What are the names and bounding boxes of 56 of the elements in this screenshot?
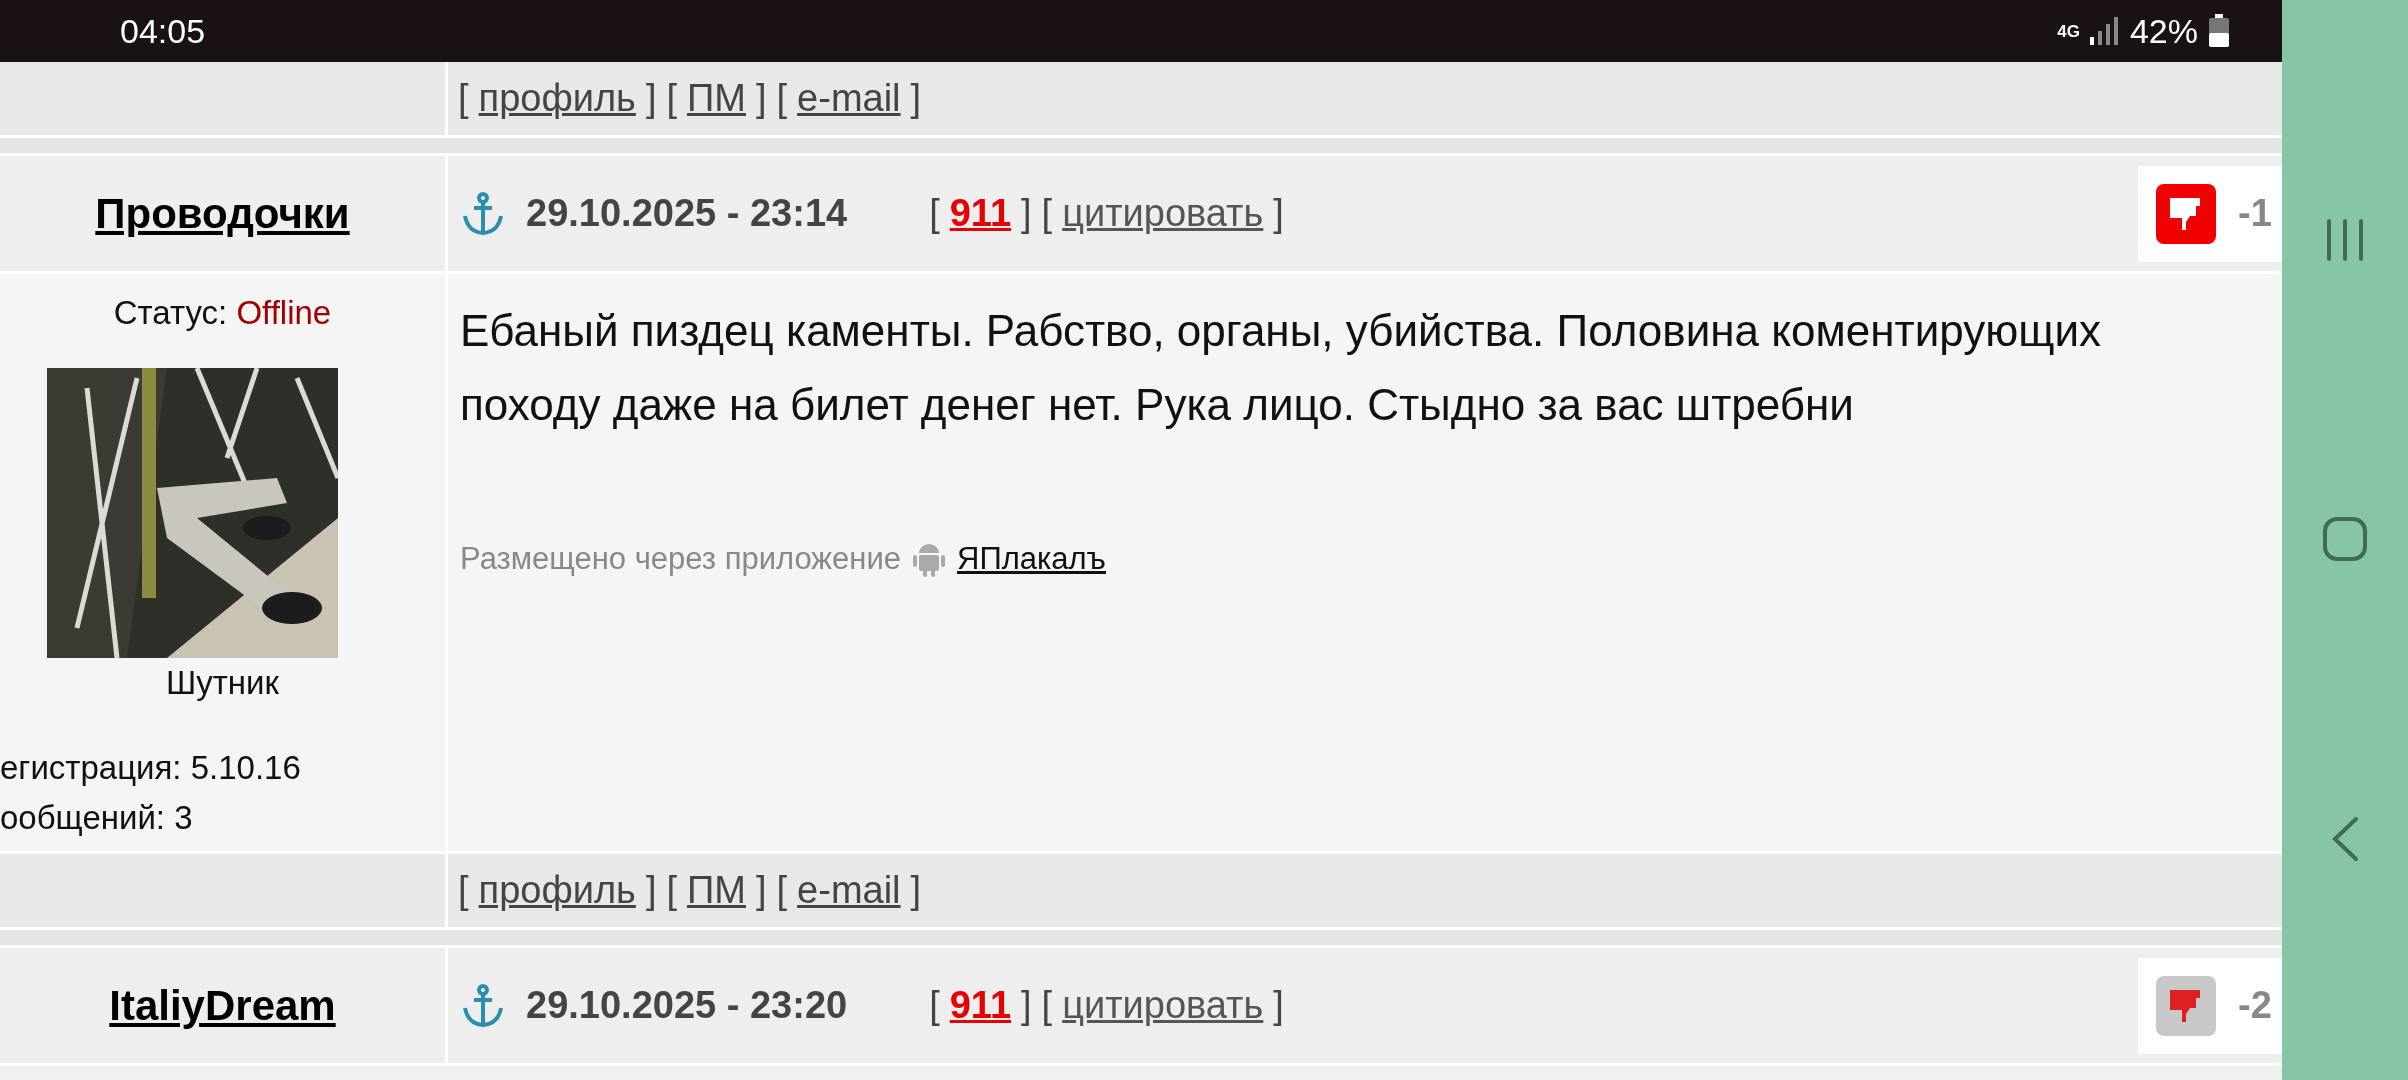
bracket: [ — [776, 868, 788, 913]
profile-link[interactable]: профиль — [478, 862, 636, 919]
profile-link[interactable]: ПМ — [687, 862, 746, 919]
bracket: ] — [645, 76, 657, 121]
recent-apps-icon[interactable] — [2325, 218, 2365, 262]
bracket: [ — [666, 868, 677, 913]
profile-link[interactable]: ПМ — [687, 70, 746, 127]
app-link[interactable]: ЯПлакалъ — [957, 536, 1106, 583]
author-link[interactable]: Проводочки — [95, 182, 350, 245]
bracket: ] — [1021, 983, 1032, 1028]
rating-score: -2 — [2238, 983, 2272, 1028]
user-status: Статус: Offline — [112, 293, 333, 333]
signal-icon — [2089, 17, 2120, 45]
android-icon — [913, 541, 946, 578]
quote-link[interactable]: цитировать — [1062, 977, 1264, 1034]
battery-icon — [2208, 14, 2230, 48]
bracket: ] — [910, 868, 922, 913]
bracket: ] — [1273, 983, 1284, 1028]
post-date: 29.10.2025 - 23:20 — [526, 983, 848, 1028]
bracket: [ — [1041, 983, 1053, 1028]
home-icon[interactable] — [2322, 516, 2368, 562]
back-icon[interactable] — [2331, 816, 2359, 862]
profile-link[interactable]: профиль — [478, 70, 636, 127]
bracket: [ — [666, 76, 677, 121]
bracket: ] — [755, 868, 767, 913]
report-link[interactable]: 911 — [949, 185, 1012, 242]
quote-link[interactable]: цитировать — [1062, 185, 1264, 242]
message-count: ообщений: 3 — [0, 797, 194, 838]
bracket: ] — [755, 76, 767, 121]
registration-date: егистрация: 5.10.16 — [0, 748, 302, 788]
report-link[interactable]: 911 — [949, 977, 1012, 1034]
bracket: ] — [1021, 191, 1032, 236]
thumbs-down-icon[interactable] — [2156, 183, 2216, 244]
bracket: [ — [929, 191, 940, 236]
profile-link[interactable]: e-mail — [797, 70, 901, 127]
bracket: [ — [1041, 191, 1053, 236]
posted-via-text: Размещено через приложение — [460, 540, 902, 578]
clock: 04:05 — [120, 10, 206, 52]
bracket: [ — [776, 76, 788, 121]
author-link[interactable]: ItaliyDream — [109, 974, 336, 1037]
bracket: ] — [645, 868, 657, 913]
user-rank: Шутник — [165, 662, 280, 703]
bracket: [ — [458, 868, 469, 913]
bracket: [ — [458, 76, 469, 121]
post-date: 29.10.2025 - 23:14 — [526, 191, 848, 236]
anchor-icon[interactable] — [462, 983, 504, 1028]
profile-link[interactable]: e-mail — [797, 862, 901, 919]
bracket: ] — [1273, 191, 1284, 236]
bracket: ] — [910, 76, 922, 121]
post-text: Ебаный пиздец каменты. Рабство, органы, убийства. Половина коментирующих походу даже на билет денег нет. Рука лицо. Стыдно за вас штребни — [460, 305, 2102, 431]
rating-score: -1 — [2238, 191, 2272, 236]
network-type: 4G — [2057, 22, 2080, 40]
battery-percent: 42% — [2129, 10, 2198, 52]
bracket: [ — [929, 983, 940, 1028]
anchor-icon[interactable] — [462, 191, 504, 236]
thumbs-down-icon[interactable] — [2156, 975, 2216, 1036]
